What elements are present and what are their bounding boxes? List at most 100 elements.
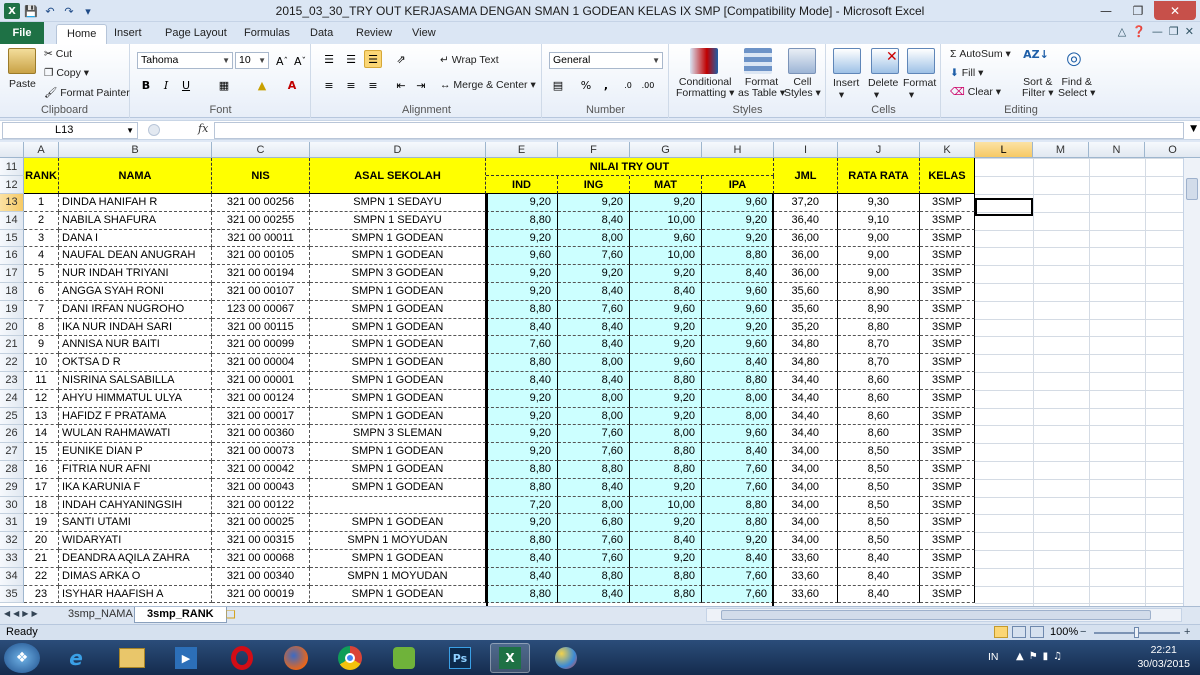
cell-ipa[interactable]: 8,40 <box>702 354 774 372</box>
cell-ing[interactable]: 8,40 <box>558 318 630 337</box>
cell-ind[interactable]: 9,20 <box>486 194 558 212</box>
cell-ing[interactable]: 8,00 <box>558 229 630 248</box>
cell-asal[interactable]: SMPN 1 GODEAN <box>310 461 486 479</box>
cell-ipa[interactable]: 8,00 <box>702 407 774 426</box>
cell-nama[interactable]: IKA KARUNIA F <box>59 478 212 497</box>
paste-button[interactable]: Paste <box>9 78 36 90</box>
cell-ing[interactable]: 7,60 <box>558 550 630 568</box>
active-cell-l13[interactable] <box>975 198 1033 216</box>
fill-color-icon[interactable]: ▲ <box>253 76 271 94</box>
cell-rata[interactable]: 8,50 <box>838 532 920 550</box>
binoculars-icon[interactable]: ◎ <box>1060 48 1088 74</box>
fill-button[interactable]: ⬇ Fill ▾ <box>950 67 983 79</box>
redo-icon[interactable]: ↷ <box>61 3 77 19</box>
minimize-icon[interactable]: — <box>1090 1 1122 20</box>
save-icon[interactable]: 💾 <box>23 3 39 19</box>
internet-explorer-icon[interactable]: e <box>56 643 96 673</box>
cell-ind[interactable]: 8,80 <box>486 585 558 604</box>
undo-icon[interactable]: ↶ <box>42 3 58 19</box>
increase-decimal-icon[interactable]: .0 <box>619 76 637 94</box>
zoom-level[interactable]: 100% <box>1050 626 1078 638</box>
cell-nama[interactable]: NABILA SHAFURA <box>59 211 212 230</box>
excel-logo-icon[interactable]: X <box>4 3 20 19</box>
sheet-nav-arrows-icon[interactable]: ◀◀▶▶ <box>4 609 41 618</box>
cell-rank[interactable]: 21 <box>24 550 59 568</box>
paste-icon[interactable] <box>8 48 36 74</box>
row-header[interactable]: 15 <box>0 229 24 248</box>
cell-asal[interactable]: SMPN 1 GODEAN <box>310 407 486 426</box>
cell-asal[interactable]: SMPN 3 SLEMAN <box>310 425 486 444</box>
cell-rank[interactable]: 19 <box>24 514 59 533</box>
copy-button[interactable]: ❐ Copy ▾ <box>44 67 89 79</box>
cell-jml[interactable]: 34,40 <box>774 407 838 426</box>
row-header[interactable]: 30 <box>0 496 24 515</box>
row-header[interactable]: 14 <box>0 211 24 230</box>
cell-rank[interactable]: 23 <box>24 585 59 604</box>
cell-nama[interactable]: DANI IRFAN NUGROHO <box>59 300 212 319</box>
cell-jml[interactable]: 34,80 <box>774 336 838 355</box>
cell-ind[interactable]: 9,60 <box>486 247 558 266</box>
currency-icon[interactable]: ▤ <box>549 76 567 94</box>
cell-asal[interactable]: SMPN 1 GODEAN <box>310 229 486 248</box>
cell-nis[interactable]: 321 00 00124 <box>212 389 310 408</box>
photoshop-icon[interactable]: Ps <box>440 643 480 673</box>
cell-ing[interactable]: 8,00 <box>558 496 630 515</box>
cell-mat[interactable]: 9,20 <box>630 194 702 212</box>
cell-ing[interactable]: 8,40 <box>558 585 630 604</box>
cell-rank[interactable]: 17 <box>24 478 59 497</box>
window-minimize-icon[interactable]: — <box>1152 25 1163 38</box>
cell-jml[interactable]: 35,20 <box>774 318 838 337</box>
cell-kelas[interactable]: 3SMP <box>920 532 975 550</box>
cell-kelas[interactable]: 3SMP <box>920 567 975 586</box>
column-header-d[interactable]: D <box>310 142 486 158</box>
cell-kelas[interactable]: 3SMP <box>920 247 975 266</box>
cell-nama[interactable]: ANNISA NUR BAITI <box>59 336 212 355</box>
zoom-out-icon[interactable]: − <box>1080 626 1086 638</box>
cell-ing[interactable]: 7,60 <box>558 532 630 550</box>
cell-asal[interactable]: SMPN 1 GODEAN <box>310 318 486 337</box>
column-header-n[interactable]: N <box>1089 142 1145 158</box>
cut-button[interactable]: ✂ Cut <box>44 48 72 60</box>
tab-data[interactable]: Data <box>300 24 343 44</box>
cell-nis[interactable]: 321 00 00004 <box>212 354 310 372</box>
cell-mat[interactable]: 9,20 <box>630 407 702 426</box>
cell-rank[interactable]: 5 <box>24 265 59 283</box>
cell-asal[interactable]: SMPN 1 MOYUDAN <box>310 532 486 550</box>
normal-view-icon[interactable] <box>994 626 1008 638</box>
cell-asal[interactable]: SMPN 1 GODEAN <box>310 514 486 533</box>
cell-rank[interactable]: 20 <box>24 532 59 550</box>
cell-nis[interactable]: 321 00 00099 <box>212 336 310 355</box>
cell-rank[interactable]: 1 <box>24 194 59 212</box>
cell-ind[interactable]: 8,80 <box>486 532 558 550</box>
cell-asal[interactable]: SMPN 1 MOYUDAN <box>310 567 486 586</box>
cell-ipa[interactable]: 9,60 <box>702 336 774 355</box>
cell-rank[interactable]: 12 <box>24 389 59 408</box>
cell-nama[interactable]: IKA NUR INDAH SARI <box>59 318 212 337</box>
cell-jml[interactable]: 33,60 <box>774 585 838 604</box>
taskbar-clock[interactable]: 22:21 30/03/2015 <box>1137 643 1190 671</box>
cell-nis[interactable]: 321 00 00315 <box>212 532 310 550</box>
cell-rank[interactable]: 7 <box>24 300 59 319</box>
cell-ind[interactable]: 8,80 <box>486 478 558 497</box>
cell-ind[interactable]: 8,40 <box>486 550 558 568</box>
cell-ind[interactable]: 8,80 <box>486 461 558 479</box>
cell-ind[interactable]: 8,80 <box>486 300 558 319</box>
cell-mat[interactable]: 9,20 <box>630 318 702 337</box>
column-header-g[interactable]: G <box>630 142 702 158</box>
column-header-c[interactable]: C <box>212 142 310 158</box>
cell-kelas[interactable]: 3SMP <box>920 336 975 355</box>
cell-ind[interactable]: 9,20 <box>486 514 558 533</box>
insert-sheet-icon[interactable]: ❏ <box>226 608 236 621</box>
borders-icon[interactable]: ▦ <box>215 76 233 94</box>
cell-ing[interactable]: 7,60 <box>558 425 630 444</box>
cell-ind[interactable]: 7,20 <box>486 496 558 515</box>
cell-kelas[interactable]: 3SMP <box>920 283 975 301</box>
row-header[interactable]: 34 <box>0 567 24 586</box>
cell-rata[interactable]: 8,50 <box>838 478 920 497</box>
cell-nis[interactable]: 321 00 00360 <box>212 425 310 444</box>
cell-nis[interactable]: 321 00 00042 <box>212 461 310 479</box>
cell-nis[interactable]: 321 00 00019 <box>212 585 310 604</box>
media-player-icon[interactable]: ▶ <box>166 643 206 673</box>
cell-jml[interactable]: 34,00 <box>774 443 838 461</box>
cell-nis[interactable]: 321 00 00107 <box>212 283 310 301</box>
